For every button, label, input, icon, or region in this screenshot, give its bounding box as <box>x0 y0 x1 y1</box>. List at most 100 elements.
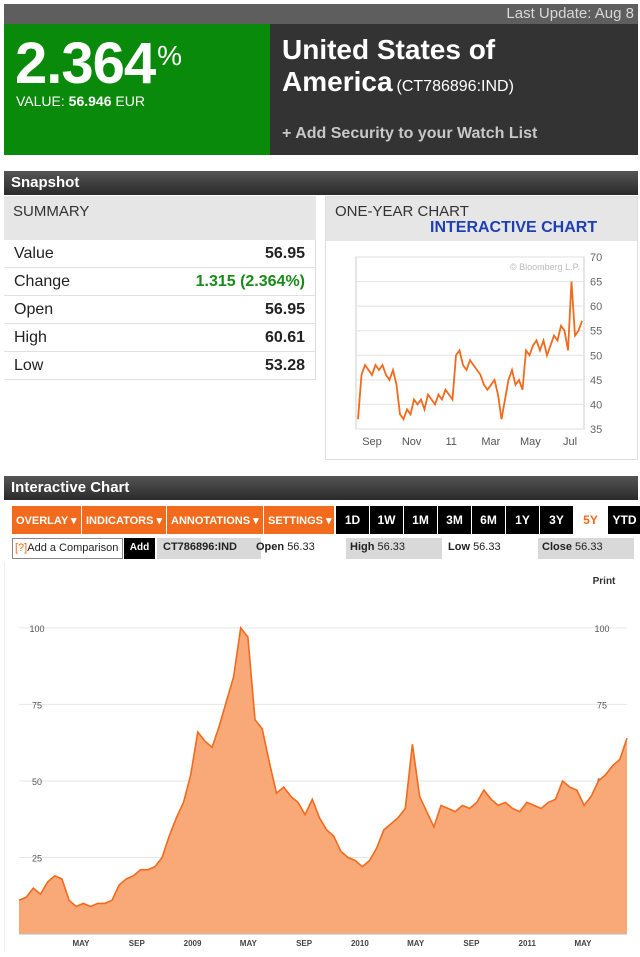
value-label: VALUE: <box>16 93 65 109</box>
low-label: Low <box>448 541 470 553</box>
print-link[interactable]: Print <box>593 576 616 587</box>
value-line: VALUE: 56.946 EUR <box>16 93 145 109</box>
one-year-title: ONE-YEAR CHART <box>335 203 469 220</box>
summary-title: SUMMARY <box>13 203 90 220</box>
y-tick-label: 50 <box>590 350 602 362</box>
help-icon[interactable]: [?] <box>15 542 27 554</box>
row-value: 1.315 (2.364%) <box>195 273 305 290</box>
y-tick-label: 65 <box>590 277 602 289</box>
row-label: Low <box>14 357 44 374</box>
add-comparison-button[interactable]: Add <box>124 538 155 559</box>
high-label: High <box>350 541 375 553</box>
comparison-input[interactable]: [?]Add a Comparison <box>12 538 123 559</box>
interactive-chart-link[interactable]: INTERACTIVE CHART <box>430 219 597 237</box>
open-value: 56.33 <box>287 541 315 553</box>
comparison-label: Add a Comparison <box>27 542 119 554</box>
summary-table: Value 56.95 Change 1.315 (2.364%) Open 56.9… <box>4 240 316 380</box>
row-value: 56.95 <box>264 245 305 262</box>
range-1w-button[interactable]: 1W <box>370 506 403 534</box>
y-tick-label-left: 100 <box>29 624 44 634</box>
x-tick-label: MAY <box>407 939 425 948</box>
value-number: 56.946 <box>68 93 112 109</box>
settings-menu[interactable]: SETTINGS ▾ <box>264 506 334 534</box>
summary-row-value: Value 56.95 <box>4 240 315 268</box>
y-tick-label: 35 <box>590 424 602 436</box>
y-tick-label: 60 <box>590 301 602 313</box>
x-tick-label: MAY <box>240 939 258 948</box>
range-3y-button[interactable]: 3Y <box>540 506 573 534</box>
y-tick-label-left: 75 <box>32 700 42 710</box>
overlay-menu[interactable]: OVERLAY ▾ <box>12 506 81 534</box>
low-value: 56.33 <box>473 541 501 553</box>
top-status-bar: Last Update: Aug 8 <box>4 4 638 24</box>
summary-row-high: High 60.61 <box>4 324 315 352</box>
snapshot-title: Snapshot <box>11 174 80 191</box>
x-tick-label: Mar <box>481 436 500 448</box>
range-1y-button[interactable]: 1Y <box>506 506 539 534</box>
summary-row-change: Change 1.315 (2.364%) <box>4 268 315 296</box>
indicators-menu[interactable]: INDICATORS ▾ <box>82 506 166 534</box>
interactive-chart: Print252550507575100100MAYSEP2009MAYSEP2… <box>18 576 628 948</box>
quote-box: 2.364% VALUE: 56.946 EUR <box>4 24 270 155</box>
range-6m-button[interactable]: 6M <box>472 506 505 534</box>
close-stat: Close 56.33 <box>538 538 634 559</box>
y-tick-label: 55 <box>590 326 602 338</box>
y-tick-label: 70 <box>590 252 602 264</box>
row-label: Value <box>14 245 54 262</box>
range-1d-button[interactable]: 1D <box>336 506 369 534</box>
range-ytd-button[interactable]: YTD <box>608 506 640 534</box>
x-tick-label: SEP <box>129 939 146 948</box>
high-stat: High 56.33 <box>346 538 442 559</box>
x-tick-label: SEP <box>463 939 480 948</box>
plot-frame <box>355 256 585 430</box>
open-label: Open <box>256 541 285 553</box>
y-tick-label-left: 50 <box>32 777 42 787</box>
x-tick-label: Nov <box>402 436 422 448</box>
percent-sign: % <box>157 40 182 71</box>
low-stat: Low 56.33 <box>444 538 536 559</box>
high-value: 56.33 <box>377 541 406 553</box>
x-tick-label: May <box>520 436 541 448</box>
comparison-row: [?]Add a Comparison Add CT786896:IND Ope… <box>12 538 634 559</box>
summary-row-low: Low 53.28 <box>4 352 315 380</box>
x-tick-label: Sep <box>362 436 382 448</box>
y-tick-label-right: 75 <box>597 700 607 710</box>
row-value: 56.95 <box>264 301 305 318</box>
row-label: High <box>14 329 47 346</box>
annotations-menu[interactable]: ANNOTATIONS ▾ <box>167 506 263 534</box>
x-tick-label: 2010 <box>351 939 369 948</box>
x-tick-label: MAY <box>72 939 90 948</box>
x-tick-label: 2009 <box>184 939 202 948</box>
watermark: © Bloomberg L.P. <box>510 262 580 272</box>
chart-toolbar: OVERLAY ▾ INDICATORS ▾ ANNOTATIONS ▾ SET… <box>12 506 640 534</box>
one-year-chart-header: ONE-YEAR CHART INTERACTIVE CHART <box>326 197 637 241</box>
summary-header: SUMMARY <box>4 196 316 240</box>
y-tick-label-left: 25 <box>32 853 42 863</box>
security-ticker: (CT786896:IND) <box>396 78 514 95</box>
x-tick-label: SEP <box>296 939 313 948</box>
range-3m-button[interactable]: 3M <box>438 506 471 534</box>
add-watchlist-link[interactable]: + Add Security to your Watch List <box>282 125 537 143</box>
row-label: Change <box>14 273 71 290</box>
range-5y-button[interactable]: 5Y <box>574 506 607 534</box>
interactive-title: Interactive Chart <box>11 479 130 496</box>
security-name-box: United States of America (CT786896:IND) +… <box>270 24 638 155</box>
one-year-chart: 35 40 45 50 55 60 65 70 Sep Nov 11 Mar May Jul © Bloom… <box>355 252 602 448</box>
last-update: Last Update: Aug 8 <box>506 5 634 22</box>
row-value: 53.28 <box>264 357 305 374</box>
open-stat: Open 56.33 <box>252 538 344 559</box>
chart-ticker: CT786896:IND <box>157 538 261 559</box>
change-percent: 2.364% <box>15 30 182 97</box>
interactive-chart-header: Interactive Chart <box>4 476 638 500</box>
x-tick-label: MAY <box>574 939 592 948</box>
y-tick-label: 45 <box>590 375 602 387</box>
y-tick-label: 40 <box>590 399 602 411</box>
security-title: United States of America (CT786896:IND) <box>282 34 632 103</box>
change-percent-value: 2.364 <box>15 31 156 96</box>
y-tick-label-right: 100 <box>594 624 609 634</box>
range-1m-button[interactable]: 1M <box>404 506 437 534</box>
summary-row-open: Open 56.95 <box>4 296 315 324</box>
value-currency: EUR <box>115 93 145 109</box>
interactive-chart-area: Print252550507575100100MAYSEP2009MAYSEP2… <box>4 562 638 952</box>
close-value: 56.33 <box>575 541 603 553</box>
